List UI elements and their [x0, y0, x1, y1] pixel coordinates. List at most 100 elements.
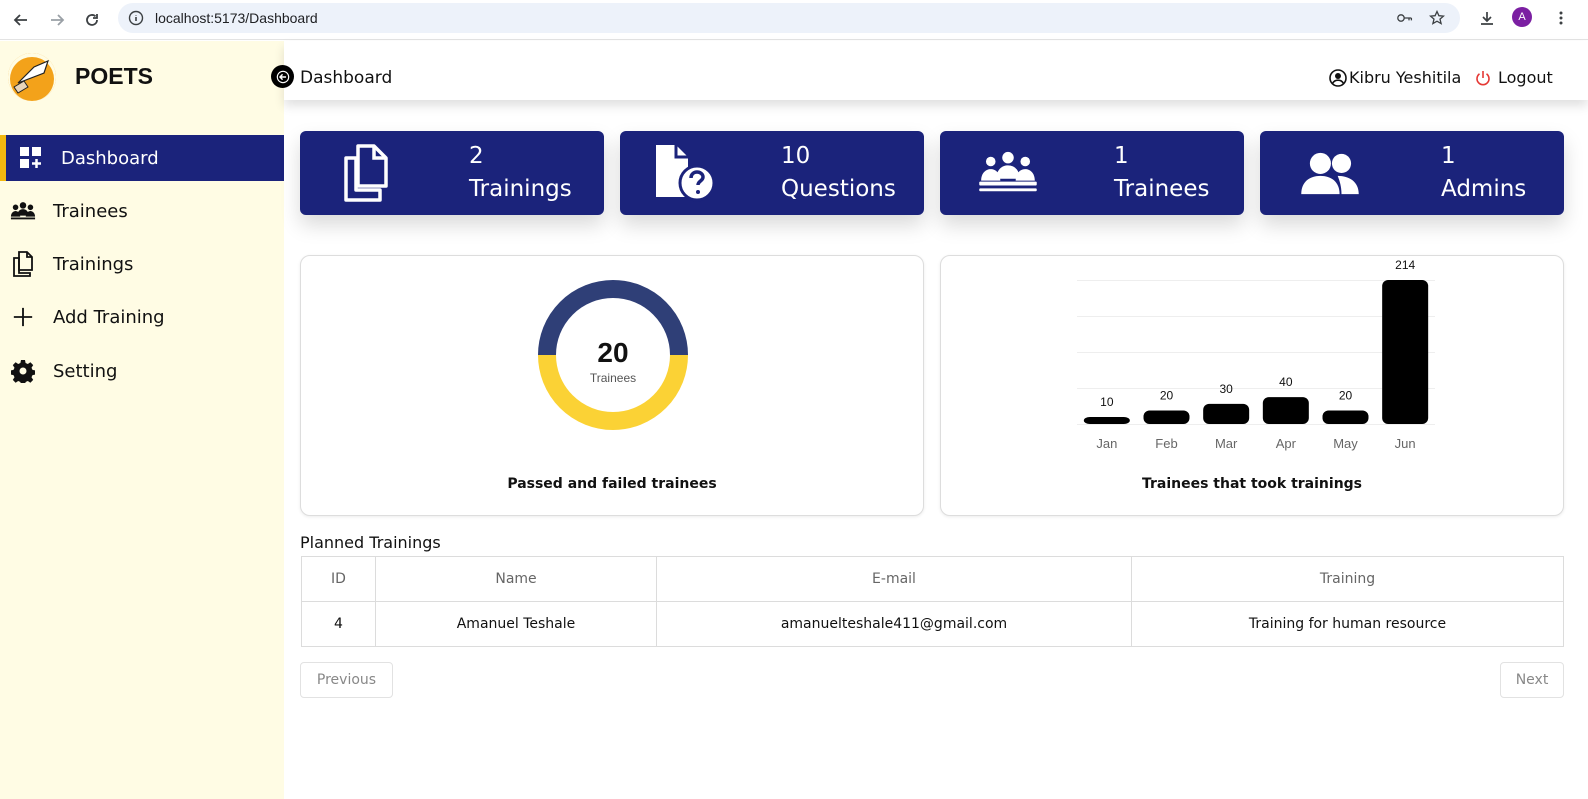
sidebar-item-label: Setting [53, 360, 118, 382]
users-icon [1298, 141, 1362, 205]
bar-may[interactable] [1322, 410, 1369, 424]
stat-card-trainees: 1 Trainees [940, 131, 1244, 215]
plus-icon [10, 304, 36, 330]
address-bar[interactable]: localhost:5173/Dashboard [118, 3, 1460, 33]
key-icon[interactable] [1397, 10, 1413, 26]
bar-value-label: 30 [1219, 382, 1233, 396]
dashboard-icon [18, 145, 44, 171]
forward-button[interactable] [44, 7, 70, 33]
sidebar-item-setting[interactable]: Setting [0, 348, 284, 394]
bar-chart: 10 Jan 20 Feb 30 Mar 40 Apr 20 May 214 Jun [1077, 258, 1435, 451]
browser-toolbar: localhost:5173/Dashboard A [0, 0, 1588, 40]
download-icon [1481, 12, 1493, 25]
sidebar-item-label: Trainings [53, 253, 134, 275]
sidebar-item-add-training[interactable]: Add Training [0, 294, 284, 340]
documents-icon [334, 141, 398, 205]
next-page-button[interactable]: Next [1500, 662, 1564, 698]
collapse-sidebar-button[interactable] [271, 65, 294, 88]
bar-value-label: 40 [1279, 375, 1293, 389]
stat-card-admins: 1 Admins [1260, 131, 1564, 215]
more-vert-icon [1559, 11, 1563, 25]
stat-value: 1 [1441, 143, 1456, 169]
bar-value-label: 20 [1339, 389, 1353, 403]
donut-center-value: 20 [597, 337, 628, 368]
cell-training: Training for human resource [1131, 601, 1564, 647]
sidebar-item-dashboard[interactable]: Dashboard [0, 135, 284, 181]
stat-card-trainings: 2 Trainings [300, 131, 604, 215]
profile-avatar[interactable]: A [1512, 7, 1532, 27]
donut-chart-panel: 20 Trainees Passed and failed trainees [300, 255, 924, 516]
x-tick-label: Jun [1395, 436, 1416, 451]
bar-value-label: 20 [1160, 389, 1174, 403]
stat-value: 2 [469, 143, 484, 169]
x-tick-label: Jan [1096, 436, 1117, 451]
stat-label: Admins [1441, 176, 1527, 202]
arrow-right-icon [51, 14, 65, 26]
cell-id: 4 [301, 601, 376, 647]
stat-label: Trainees [1114, 176, 1210, 202]
sidebar-item-trainees[interactable]: Trainees [0, 188, 284, 234]
bar-apr[interactable] [1262, 397, 1309, 424]
sidebar-item-trainings[interactable]: Trainings [0, 241, 284, 287]
bar-jan[interactable] [1083, 417, 1130, 424]
stat-card-questions: 10 Questions [620, 131, 924, 215]
site-info-icon[interactable] [128, 10, 144, 26]
power-icon[interactable] [1475, 70, 1491, 86]
bar-chart-caption: Trainees that took trainings [1141, 476, 1363, 492]
cell-name: Amanuel Teshale [375, 601, 657, 647]
stat-label: Questions [781, 176, 896, 202]
donut-chart: 20 Trainees [538, 280, 688, 430]
donut-chart-caption: Passed and failed trainees [507, 476, 717, 492]
meeting-icon [976, 141, 1040, 205]
reload-icon [86, 14, 98, 26]
stat-value: 10 [781, 143, 811, 169]
table-row[interactable]: 4 Amanuel Teshale amanuelteshale411@gmai… [301, 601, 1564, 647]
sidebar-item-label: Trainees [53, 200, 128, 222]
cell-email: amanuelteshale411@gmail.com [656, 601, 1132, 647]
planned-trainings-table: ID Name E-mail Training 4 Amanuel Teshal… [301, 556, 1564, 647]
downloads-button[interactable] [1476, 7, 1498, 29]
arrow-left-circle-icon [276, 70, 289, 83]
bar-mar[interactable] [1203, 403, 1250, 424]
copy-icon [10, 251, 36, 277]
stat-label: Trainings [469, 176, 572, 202]
sidebar-item-label: Add Training [53, 306, 165, 328]
arrow-left-icon [13, 14, 27, 26]
bar-jun[interactable] [1382, 280, 1429, 424]
user-circle-icon [1329, 69, 1347, 87]
sidebar: POETS Dashboard Trainees Trainings Add T… [0, 41, 284, 799]
bar-value-label: 10 [1100, 395, 1114, 409]
reload-button[interactable] [79, 7, 105, 33]
column-header-name[interactable]: Name [375, 556, 657, 602]
x-tick-label: Mar [1215, 436, 1238, 451]
table-header-row: ID Name E-mail Training [301, 556, 1564, 602]
sidebar-item-label: Dashboard [61, 147, 159, 169]
stat-value: 1 [1114, 143, 1129, 169]
planned-trainings-title: Planned Trainings [300, 533, 441, 552]
donut-center-label: Trainees [590, 371, 636, 385]
x-tick-label: May [1333, 436, 1358, 451]
back-button[interactable] [8, 7, 34, 33]
x-tick-label: Apr [1276, 436, 1297, 451]
gear-icon [10, 358, 36, 384]
column-header-training[interactable]: Training [1131, 556, 1564, 602]
logo [8, 53, 56, 101]
top-header: Dashboard Kibru Yeshitila Logout [284, 41, 1588, 100]
bar-feb[interactable] [1143, 410, 1190, 424]
column-header-id[interactable]: ID [301, 556, 376, 602]
question-file-icon [652, 141, 716, 205]
url-text[interactable]: localhost:5173/Dashboard [155, 10, 318, 26]
logo-image [8, 53, 56, 101]
brand-name: POETS [75, 63, 153, 89]
people-icon [10, 198, 36, 224]
bar-chart-panel: 10 Jan 20 Feb 30 Mar 40 Apr 20 May 214 Jun Trainees… [940, 255, 1564, 516]
menu-button[interactable] [1550, 7, 1572, 29]
user-name[interactable]: Kibru Yeshitila [1349, 68, 1461, 87]
previous-page-button[interactable]: Previous [300, 662, 393, 698]
logout-button[interactable]: Logout [1498, 68, 1553, 87]
bar-value-label: 214 [1395, 258, 1415, 272]
star-icon[interactable] [1429, 10, 1445, 26]
column-header-email[interactable]: E-mail [656, 556, 1132, 602]
page-title: Dashboard [300, 68, 393, 88]
x-tick-label: Feb [1155, 436, 1177, 451]
